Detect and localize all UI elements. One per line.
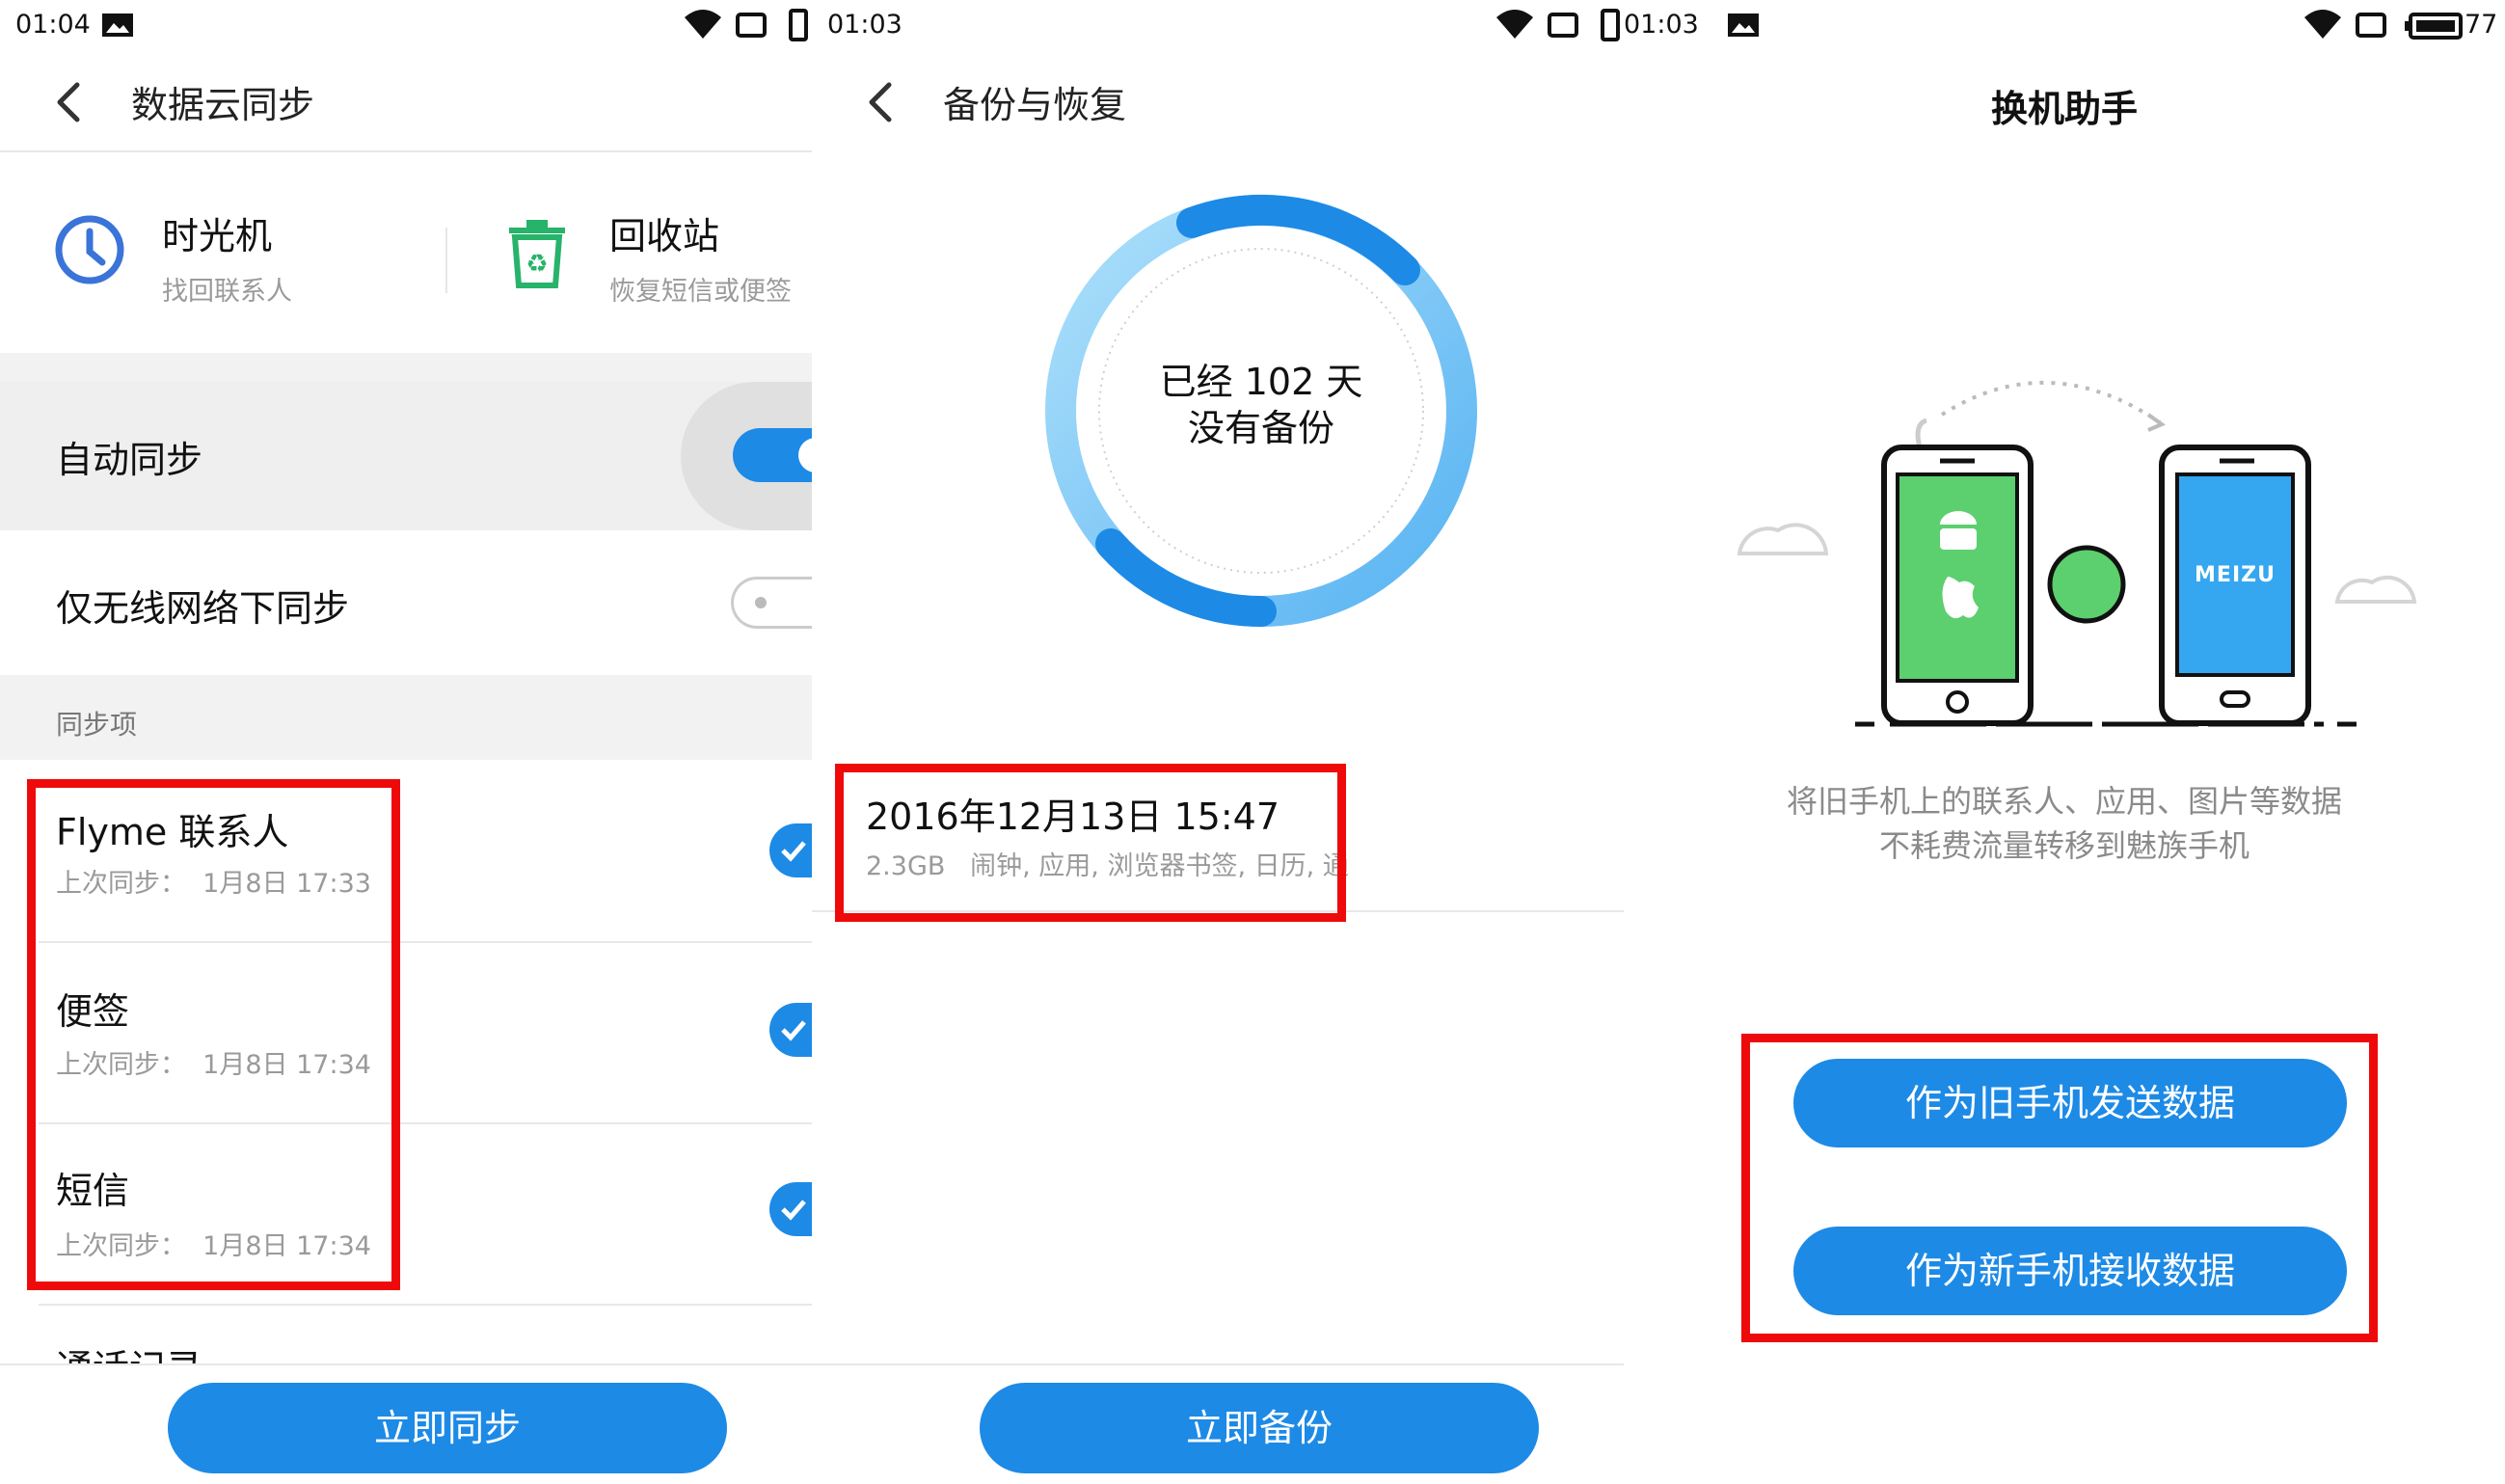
svg-text:♻: ♻ (525, 250, 548, 279)
list-item[interactable]: 通话记录 (0, 1306, 812, 1363)
phone-transfer-illustration (1737, 381, 2417, 727)
wifi-icon (1496, 10, 1533, 39)
cloud-sync-screen: 01:04 数据云同步 时光机 找回联系人 ♻ 回收站 恢复短信或便签 自动同步… (0, 0, 812, 1484)
highlight-box (27, 779, 400, 1290)
send-data-button[interactable]: 作为旧手机发送数据 (1793, 1059, 2347, 1147)
status-time: 01:04 (15, 10, 91, 40)
checkbox-checked[interactable] (769, 823, 812, 877)
description-line: 将旧手机上的联系人、应用、图片等数据 (1786, 783, 2342, 820)
status-bar: 01:03 (812, 0, 1624, 54)
page-title: 数据云同步 (131, 84, 315, 126)
status-time: 01:03 (827, 10, 902, 40)
no-backup-label: 没有备份 (1187, 407, 1334, 449)
screen-rotate-icon (736, 13, 767, 38)
wifi-only-toggle[interactable] (731, 577, 812, 629)
nav-bar: 备份与恢复 (812, 54, 1624, 150)
cloud-icon (2334, 575, 2417, 604)
back-arrow-icon[interactable] (862, 81, 901, 123)
vibrate-icon (1601, 9, 1620, 41)
sync-item-name: 通话记录 (56, 1338, 202, 1363)
back-arrow-icon[interactable] (50, 81, 89, 123)
auto-sync-row[interactable]: 自动同步 (0, 382, 812, 530)
image-notification-icon (102, 13, 133, 37)
battery-level: 77 (2465, 10, 2498, 40)
screen-rotate-icon (2356, 13, 2386, 38)
section-label: 同步项 (56, 709, 138, 741)
description: 将旧手机上的联系人、应用、图片等数据 不耗费流量转移到魅族手机 (1624, 779, 2505, 868)
highlight-box (835, 764, 1346, 922)
android-icon (1940, 528, 1977, 550)
wifi-icon (685, 10, 721, 39)
phone-brand-label: MEIZU (2195, 563, 2276, 587)
image-notification-icon (1728, 13, 1759, 37)
recycle-bin-title: 回收站 (609, 215, 720, 257)
clock-icon (55, 215, 124, 284)
status-time: 01:03 (1624, 10, 1699, 40)
backup-now-button[interactable]: 立即备份 (980, 1383, 1539, 1473)
vibrate-icon (789, 9, 808, 41)
battery-icon (2405, 13, 2463, 40)
status-bar: 01:04 (0, 0, 812, 54)
check-icon (781, 1200, 806, 1221)
auto-sync-label: 自动同步 (56, 439, 203, 481)
page-title: 备份与恢复 (943, 84, 1127, 126)
days-since-backup: 已经 102 天 (1159, 361, 1363, 403)
checkbox-checked[interactable] (769, 1003, 812, 1057)
cloud-icon (1737, 523, 1829, 555)
ring-text: 已经 102 天 没有备份 (1039, 359, 1483, 451)
sync-now-button[interactable]: 立即同步 (168, 1383, 727, 1473)
status-bar: 01:03 77 (1624, 0, 2505, 54)
checkbox-checked[interactable] (769, 1182, 812, 1236)
recycle-bin-icon: ♻ (509, 220, 565, 288)
section-header: 同步项 (0, 675, 812, 760)
wifi-only-label: 仅无线网络下同步 (56, 587, 350, 630)
check-icon (781, 841, 806, 862)
time-machine-subtitle: 找回联系人 (162, 277, 292, 307)
wifi-only-row[interactable]: 仅无线网络下同步 (0, 530, 812, 675)
recycle-bin-subtitle: 恢复短信或便签 (609, 277, 792, 307)
screen-rotate-icon (1548, 13, 1578, 38)
page-title: 换机助手 (1990, 88, 2138, 130)
time-machine-card[interactable]: 时光机 找回联系人 (0, 152, 444, 345)
wifi-icon (2304, 10, 2341, 39)
nav-bar: 数据云同步 (0, 54, 812, 150)
description-line: 不耗费流量转移到魅族手机 (1878, 827, 2249, 864)
check-icon (781, 1020, 806, 1041)
auto-sync-toggle[interactable] (733, 428, 812, 482)
phone-switch-screen: 01:03 77 换机助手 MEIZU 将旧手机上的联系人、应用、图片等数据 不… (1624, 0, 2505, 1484)
time-machine-title: 时光机 (162, 215, 273, 257)
recycle-bin-card[interactable]: ♻ 回收站 恢复短信或便签 (447, 152, 812, 345)
backup-restore-screen: 01:03 备份与恢复 已经 102 天 没有备份 2016年12月13日 15… (812, 0, 1624, 1484)
receive-data-button[interactable]: 作为新手机接收数据 (1793, 1227, 2347, 1315)
